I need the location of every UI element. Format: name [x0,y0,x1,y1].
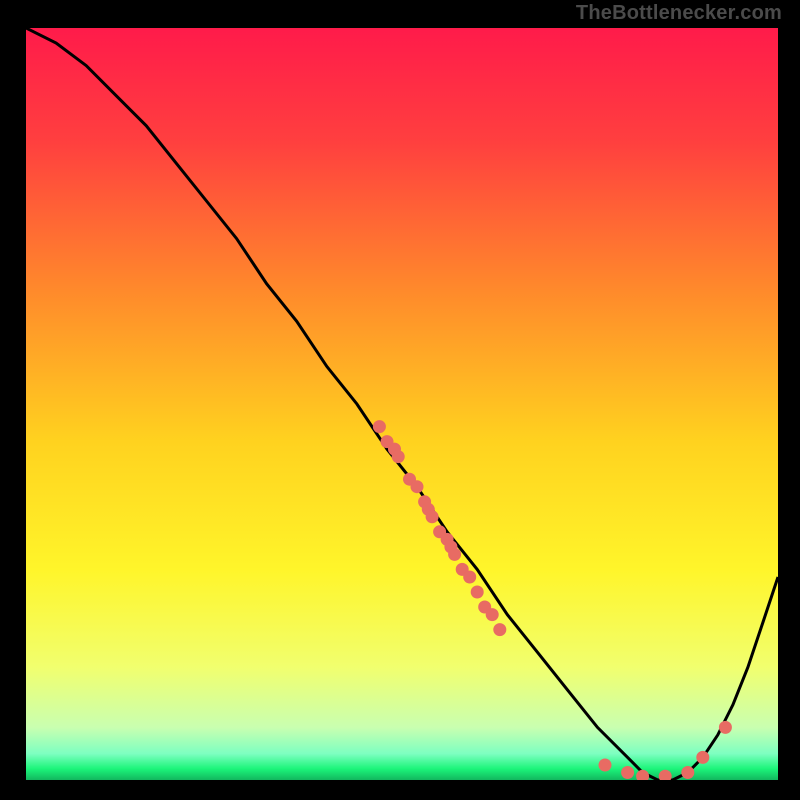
data-point [463,571,476,584]
chart-svg [26,28,778,780]
chart-container: TheBottlenecker.com [0,0,800,800]
data-point [599,759,612,772]
data-point [411,480,424,493]
data-point [719,721,732,734]
data-point [493,623,506,636]
gradient-background [26,28,778,780]
data-point [621,766,634,779]
attribution-label: TheBottlenecker.com [576,2,782,25]
data-point [681,766,694,779]
data-point [486,608,499,621]
data-point [471,586,484,599]
data-point [373,420,386,433]
plot-area [26,28,778,780]
data-point [392,450,405,463]
data-point [696,751,709,764]
data-point [448,548,461,561]
data-point [426,510,439,523]
